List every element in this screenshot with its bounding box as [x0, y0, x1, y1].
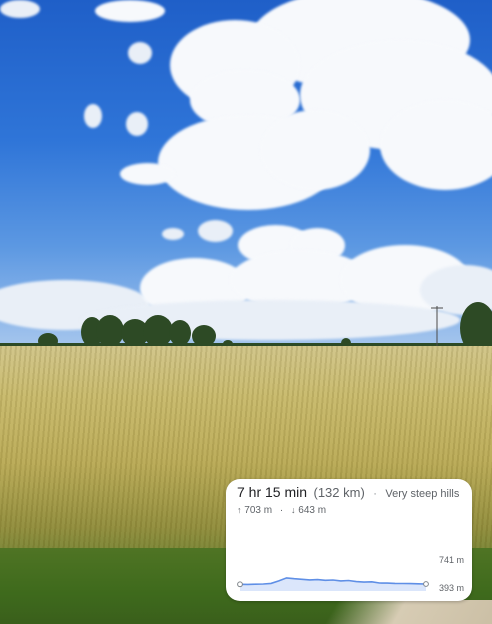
- min-elevation-label: 393 m: [438, 583, 464, 593]
- total-ascent: 703 m: [244, 505, 273, 516]
- route-header: 7 hr 15 min (132 km) · Very steep hills: [237, 484, 459, 502]
- arrow-down-icon: ↓: [290, 505, 296, 515]
- elevation-profile-chart: [237, 577, 429, 591]
- route-distance: (132 km): [313, 485, 365, 500]
- dirt-path: [321, 600, 492, 624]
- separator-dot: ·: [373, 488, 377, 500]
- terrain-description: Very steep hills: [385, 488, 460, 500]
- route-end-marker: [423, 581, 429, 587]
- route-start-marker: [237, 581, 243, 588]
- landscape-photo: 7 hr 15 min (132 km) · Very steep hills …: [0, 0, 492, 624]
- arrow-up-icon: ↑: [237, 505, 242, 515]
- max-elevation-label: 741 m: [438, 555, 464, 565]
- total-descent: 643 m: [298, 505, 327, 516]
- elevation-separator-dot: ·: [279, 505, 284, 516]
- treeline: [0, 302, 492, 354]
- route-duration: 7 hr 15 min: [237, 484, 308, 500]
- elevation-summary: ↑ 703 m · ↓ 643 m: [237, 505, 326, 516]
- route-summary-card[interactable]: 7 hr 15 min (132 km) · Very steep hills …: [226, 479, 472, 601]
